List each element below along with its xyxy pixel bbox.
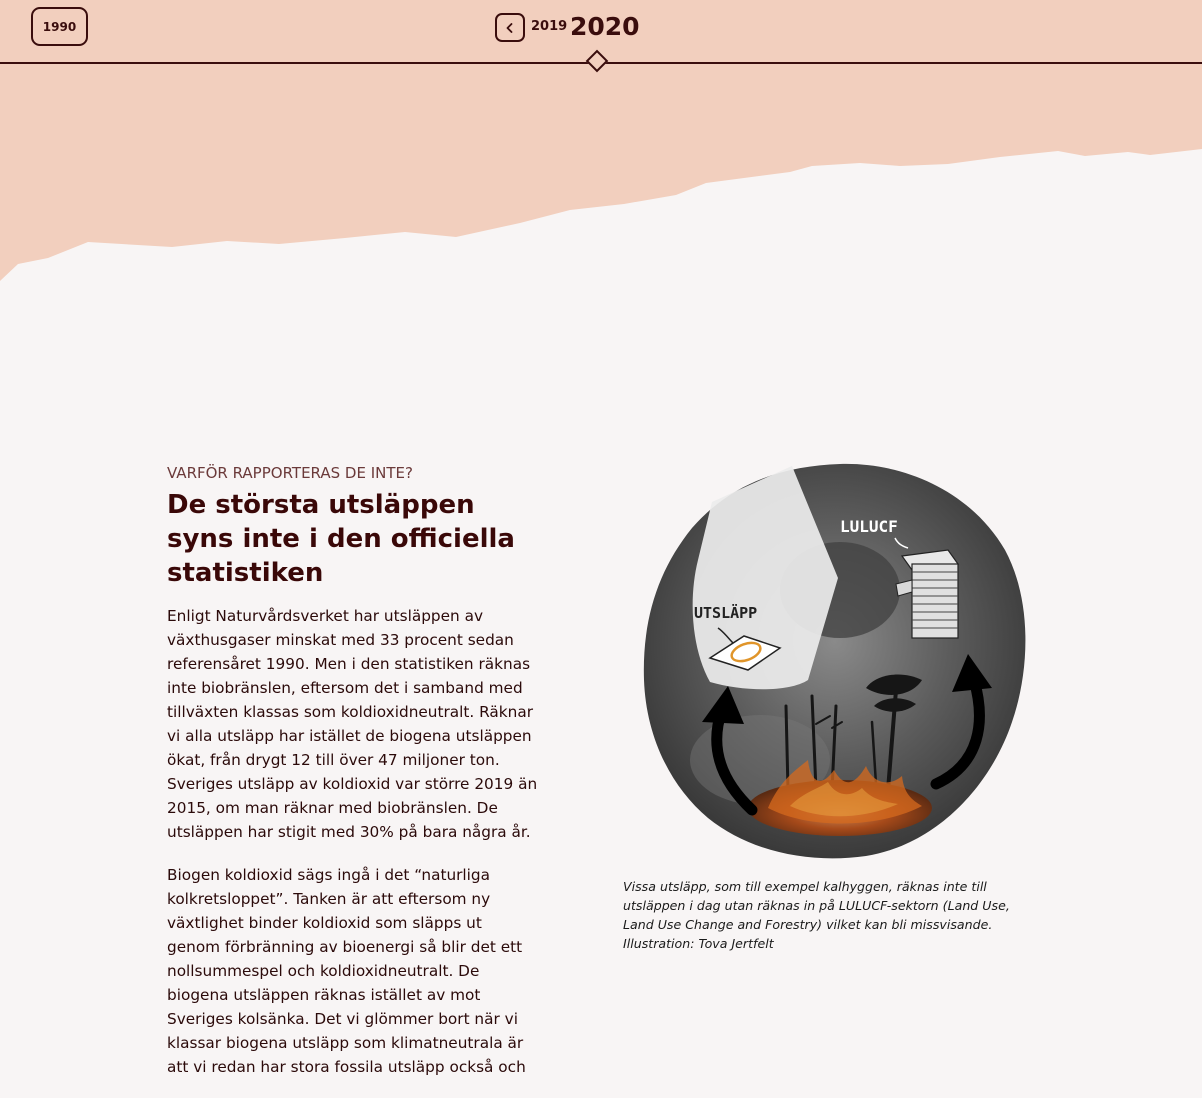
current-year-label: 2020: [570, 12, 640, 41]
article-paragraph-2: Biogen koldioxid sägs ingå i det “naturl…: [167, 866, 526, 1076]
article-paragraph-1: Enligt Naturvårdsverket har utsläppen av…: [167, 607, 538, 841]
section-eyebrow: VARFÖR RAPPORTERAS DE INTE?: [167, 464, 413, 482]
article-headline: De största utsläppen syns inte i den off…: [167, 490, 515, 588]
header-torn-paper-band: [0, 0, 1202, 281]
illustration-caption: Vissa utsläpp, som till exempel kalhygge…: [623, 879, 1010, 951]
previous-year-label[interactable]: 2019: [531, 19, 567, 34]
year-1990-button[interactable]: 1990: [31, 7, 88, 46]
article-body: Enligt Naturvårdsverket har utsläppen av…: [167, 604, 539, 1098]
lulucf-label: LULUCF: [840, 517, 898, 536]
utslapp-label: UTSLÄPP: [694, 603, 757, 622]
previous-year-button[interactable]: [495, 13, 525, 42]
chevron-left-icon: [506, 22, 513, 33]
lulucf-illustration: UTSLÄPP LULUCF: [643, 463, 1026, 859]
